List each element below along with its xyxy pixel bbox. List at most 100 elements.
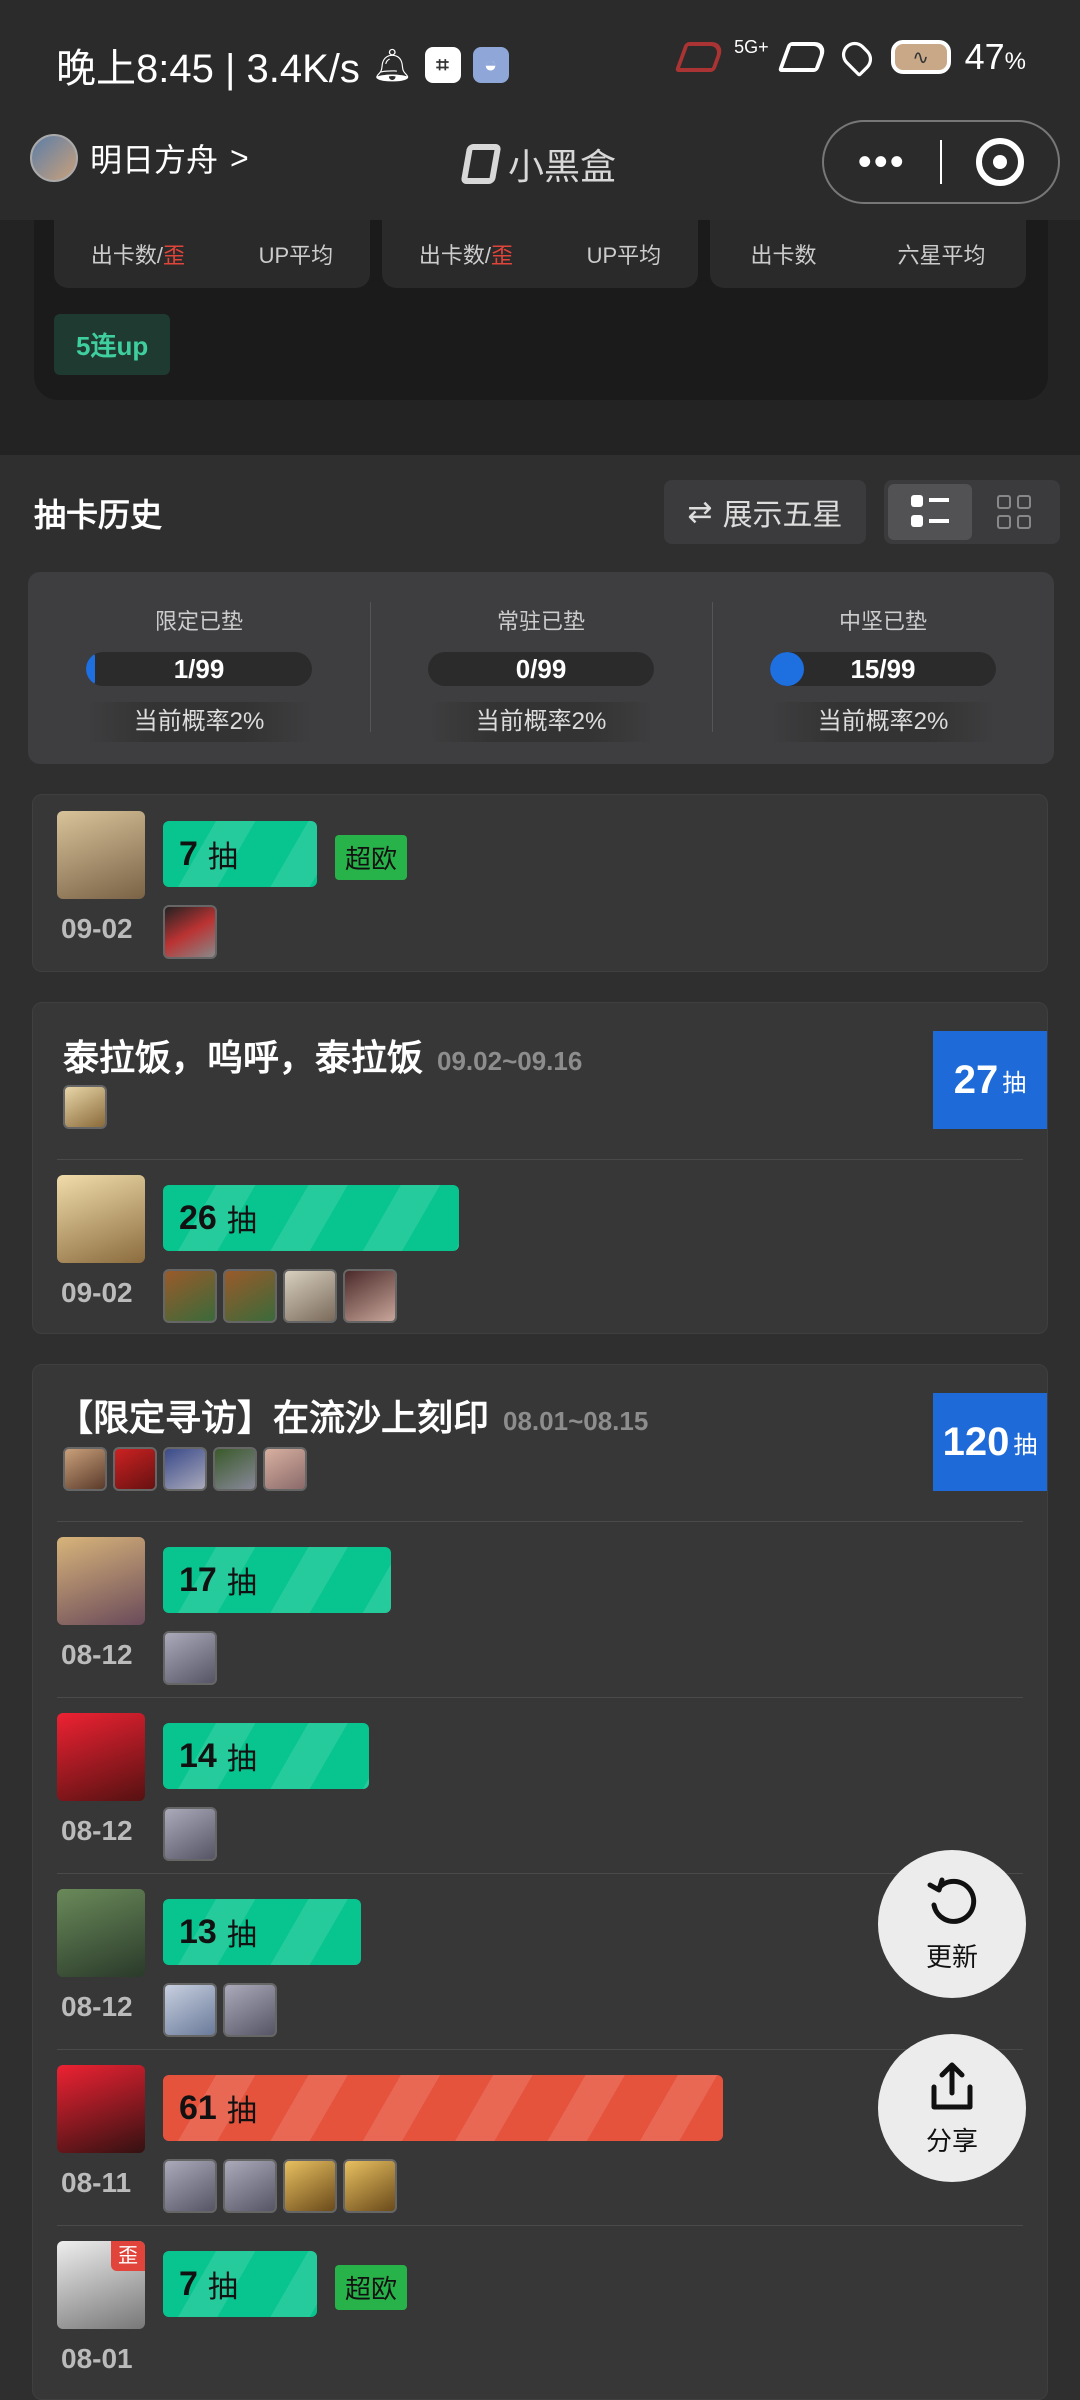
pull-card-standalone[interactable]: 09-02 7抽 超欧 (32, 794, 1048, 972)
five-star-avatar (163, 2159, 217, 2213)
network-type: 5G+ (734, 37, 769, 57)
five-star-row (163, 1269, 397, 1323)
pity-progress: 0/99 (428, 652, 654, 686)
pity-label: 限定已垫 (154, 609, 243, 634)
pity-core: 中坚已垫 15/99 当前概率2% (712, 572, 1054, 764)
lucky-tag: 超欧 (335, 835, 408, 880)
pull-record[interactable]: 08-12 17 抽 (57, 1537, 1017, 1697)
stat-label-avg: UP平均 (258, 243, 334, 268)
swap-icon: ⇄ (687, 495, 713, 529)
pull-count-bar: 61 抽 (163, 2075, 723, 2141)
five-star-row (163, 1983, 277, 2037)
share-label: 分享 (925, 2125, 978, 2156)
list-view-icon (911, 495, 949, 529)
five-star-row (163, 905, 217, 959)
banner-total-badge: 27 抽 (933, 1031, 1047, 1129)
five-star-avatar (223, 1269, 277, 1323)
app-title-text: 小黑盒 (507, 146, 616, 187)
five-up-tag: 5连up (54, 314, 171, 375)
divider (57, 2049, 1023, 2050)
five-star-avatar (163, 1269, 217, 1323)
divider (57, 2225, 1023, 2226)
pity-rate: 当前概率2% (770, 702, 996, 742)
battery-saver-icon: ∿ (890, 40, 951, 74)
pity-standard: 常驻已垫 0/99 当前概率2% (370, 572, 712, 764)
pity-progress: 15/99 (770, 652, 996, 686)
operator-avatar (57, 2065, 145, 2153)
signal-icon-sim1 (674, 42, 726, 72)
five-star-avatar (223, 2159, 277, 2213)
miniprogram-capsule: ••• (822, 120, 1060, 204)
refresh-button[interactable]: 更新 (878, 1850, 1026, 1998)
pull-count-bar: 17 抽 (163, 1547, 391, 1613)
signal-icon-sim2 (777, 42, 829, 72)
bell-icon: 🔔︎ (371, 47, 413, 83)
pull-count-bar: 26 抽 (163, 1185, 459, 1251)
banner-featured-row (63, 1085, 107, 1129)
five-star-avatar (283, 2159, 337, 2213)
list-view-button[interactable] (888, 484, 972, 540)
pull-record[interactable]: 09-02 7抽 超欧 (57, 811, 1017, 971)
heybox-app-icon: ⌗ (424, 47, 461, 83)
pity-label: 常驻已垫 (496, 609, 585, 634)
status-left: 晚上8:45 | 3.4K/s 🔔︎ ⌗ ◒ (56, 36, 509, 94)
banner-title: 【限定寻访】在流沙上刻印 08.01~08.15 (57, 1397, 649, 1438)
pull-date: 08-12 (61, 1991, 133, 2022)
pull-record[interactable]: 08-12 14 抽 (57, 1713, 1017, 1873)
operator-avatar (57, 1175, 145, 1263)
pity-value: 15/99 (850, 654, 916, 684)
pity-limited: 限定已垫 1/99 当前概率2% (28, 572, 370, 764)
five-star-avatar (283, 1269, 337, 1323)
operator-avatar (57, 1713, 145, 1801)
featured-operator-avatar (63, 1447, 107, 1491)
stat-label: 出卡数/歪 (418, 243, 513, 268)
five-star-avatar (163, 1807, 217, 1861)
pity-panel: 限定已垫 1/99 当前概率2% 常驻已垫 0/99 当前概率2% 中坚已垫 1… (28, 572, 1054, 764)
pull-count-bar: 14 抽 (163, 1723, 369, 1789)
show-five-star-label: 展示五星 (722, 499, 843, 532)
pull-record[interactable]: 08-11 61 抽 (57, 2065, 1017, 2225)
summary-card: 出卡数/歪 UP平均 出卡数/歪 UP平均 出卡数 六星平均 5连up (34, 220, 1048, 400)
five-star-avatar (343, 2159, 397, 2213)
pull-record[interactable]: 歪 08-01 7抽 超欧 (57, 2241, 1017, 2400)
banner-dates: 09.02~09.16 (437, 1046, 583, 1076)
pity-value: 1/99 (173, 654, 225, 684)
featured-operator-avatar (263, 1447, 307, 1491)
five-star-row (163, 1807, 217, 1861)
battery-level: 47% (964, 36, 1026, 77)
share-icon (931, 2062, 973, 2109)
pity-value: 0/99 (515, 654, 567, 684)
featured-operator-avatar (163, 1447, 207, 1491)
heybox-logo-icon (460, 144, 502, 184)
banner-card-terra[interactable]: 泰拉饭，呜呼，泰拉饭 09.02~09.16 27 抽 09-02 26 抽 (32, 1002, 1048, 1334)
stat-box-standard: 出卡数/歪 UP平均 (382, 220, 698, 288)
stat-label: 出卡数 (750, 243, 817, 268)
refresh-label: 更新 (925, 1941, 978, 1972)
pull-record[interactable]: 08-12 13 抽 (57, 1889, 1017, 2049)
refresh-icon (927, 1877, 977, 1924)
stat-label: 出卡数/歪 (90, 243, 185, 268)
wifi-icon (836, 36, 877, 78)
pull-date: 09-02 (61, 1277, 133, 1308)
show-five-star-button[interactable]: ⇄ 展示五星 (664, 480, 866, 544)
more-menu-button[interactable]: ••• (824, 140, 940, 185)
stat-label-avg: UP平均 (586, 243, 662, 268)
banner-dates: 08.01~08.15 (503, 1406, 649, 1436)
close-miniprogram-button[interactable] (942, 138, 1058, 186)
five-star-avatar (163, 1983, 217, 2037)
share-button[interactable]: 分享 (878, 2034, 1026, 2182)
off-banner-badge: 歪 (111, 2241, 145, 2271)
featured-operator-avatar (113, 1447, 157, 1491)
grid-view-button[interactable] (972, 484, 1056, 540)
pity-rate: 当前概率2% (428, 702, 654, 742)
status-time: 晚上8:45 | 3.4K/s (56, 47, 360, 91)
pull-date: 08-01 (61, 2343, 133, 2374)
banner-total-badge: 120 抽 (933, 1393, 1047, 1491)
pull-count-bar: 7抽 (163, 2251, 317, 2317)
pull-date: 09-02 (61, 913, 133, 944)
pity-rate: 当前概率2% (86, 702, 312, 742)
pity-progress: 1/99 (86, 652, 312, 686)
pull-record[interactable]: 09-02 26 抽 (57, 1175, 1017, 1335)
status-bar: 晚上8:45 | 3.4K/s 🔔︎ ⌗ ◒ 5G+ ∿ 47% (0, 0, 1080, 120)
pity-fill (770, 652, 804, 686)
